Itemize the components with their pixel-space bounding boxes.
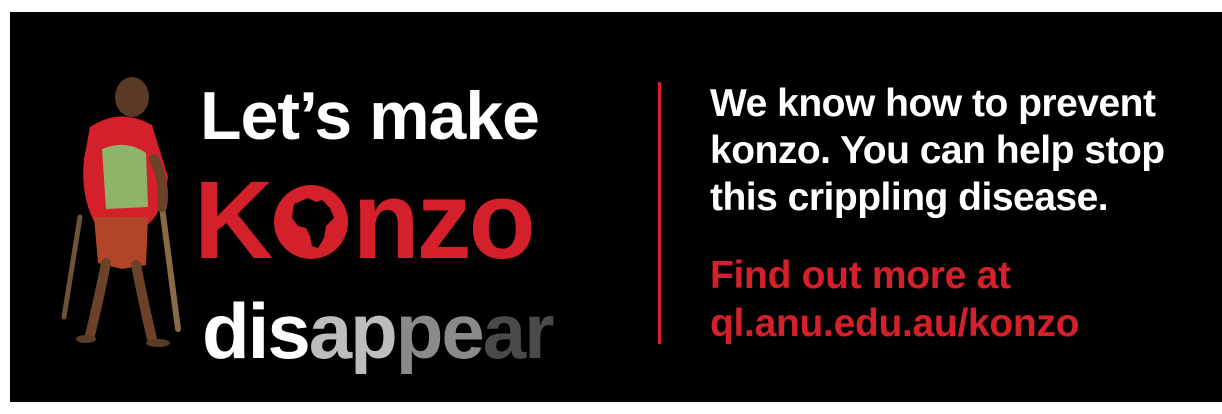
message: We know how to prevent konzo. You can he… [710,80,1165,221]
headline-line-1: Let’s make [200,78,540,154]
divider [658,82,661,344]
child-with-crutches-illustration [61,77,181,347]
disappear-part-1: dis [202,287,311,375]
disappear-part-3: pe [395,287,485,375]
konzo-letter-k: K [194,159,273,282]
headline-konzo: K nzo [194,166,536,276]
disappear-part-4: ar [482,287,555,375]
africa-map-icon [272,170,350,259]
message-line-1: We know how to prevent [710,82,1156,125]
konzo-banner: Let’s make K nzo disappear We know how t… [10,12,1222,402]
konzo-letters-nzo: nzo [352,159,535,282]
disappear-part-2: ap [308,287,398,375]
message-line-3: this crippling disease. [710,176,1109,219]
call-to-action: Find out more at ql.anu.edu.au/konzo [710,252,1079,348]
cta-line-1: Find out more at [710,254,1011,297]
headline-disappear: disappear [202,292,554,370]
cta-url: ql.anu.edu.au/konzo [710,302,1080,345]
message-line-2: konzo. You can help stop [710,129,1165,172]
